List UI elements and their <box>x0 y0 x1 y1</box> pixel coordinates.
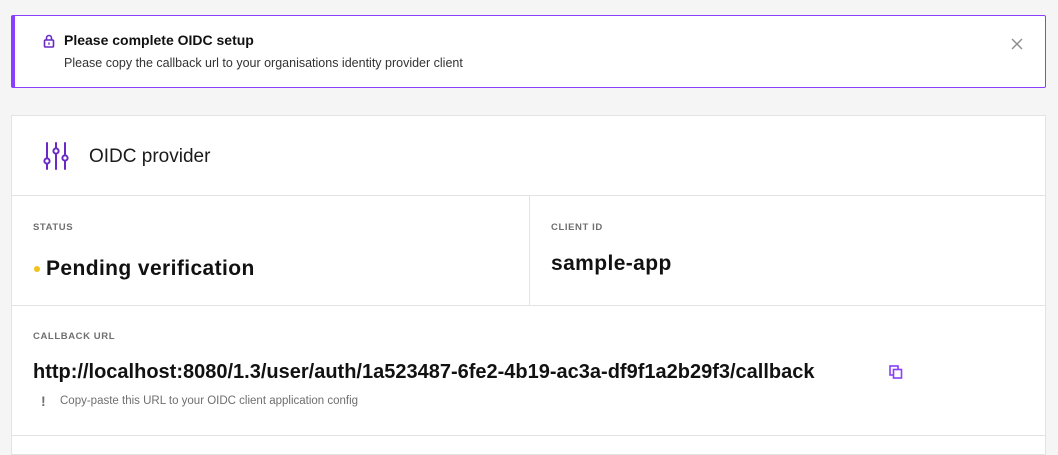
close-icon[interactable] <box>1009 36 1025 52</box>
callback-url-label: CALLBACK URL <box>33 331 116 342</box>
alert-title: Please complete OIDC setup <box>64 32 254 48</box>
copy-icon[interactable] <box>889 365 903 379</box>
callback-row: CALLBACK URL http://localhost:8080/1.3/u… <box>12 306 1045 436</box>
status-value: Pending verification <box>46 257 255 280</box>
callback-url-value[interactable]: http://localhost:8080/1.3/user/auth/1a52… <box>33 361 814 384</box>
client-id-value: sample-app <box>551 252 672 275</box>
status-row: STATUS Pending verification CLIENT ID sa… <box>12 196 1045 306</box>
card-title: OIDC provider <box>89 146 211 167</box>
lock-icon <box>43 34 55 48</box>
client-id-label: CLIENT ID <box>551 222 603 233</box>
client-id-cell: CLIENT ID sample-app <box>530 196 1047 305</box>
status-label: STATUS <box>33 222 74 233</box>
alert-message: Please copy the callback url to your org… <box>64 56 463 70</box>
callback-helper-text: Copy-paste this URL to your OIDC client … <box>60 395 359 407</box>
status-indicator <box>34 266 40 272</box>
warning-icon: ! <box>41 393 46 409</box>
sliders-icon <box>43 142 69 170</box>
oidc-setup-alert: Please complete OIDC setup Please copy t… <box>11 15 1046 88</box>
status-cell: STATUS Pending verification <box>12 196 530 305</box>
oidc-provider-card: OIDC provider STATUS Pending verificatio… <box>11 115 1046 455</box>
card-header: OIDC provider <box>12 116 1045 196</box>
